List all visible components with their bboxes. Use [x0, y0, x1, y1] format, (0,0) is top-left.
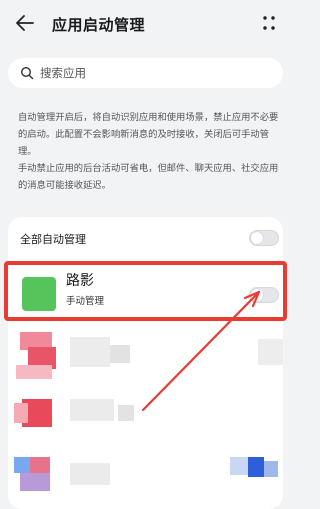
page-title: 应用启动管理: [52, 16, 146, 34]
blurred-app-text: [118, 405, 134, 421]
blurred-app-icon: [264, 461, 278, 477]
blurred-app-icon: [230, 457, 248, 475]
more-dots-icon[interactable]: [259, 12, 279, 34]
blurred-app-icon: [14, 403, 28, 423]
blurred-app-text: [70, 463, 110, 485]
back-arrow-icon[interactable]: [14, 12, 36, 34]
toggle-knob: [251, 232, 263, 244]
all-auto-manage-label: 全部自动管理: [20, 233, 86, 246]
search-icon: [20, 66, 34, 80]
blurred-app-icon: [20, 473, 50, 491]
blurred-app-text: [70, 399, 114, 421]
blurred-app-icon: [16, 365, 52, 379]
blurred-app-text: [110, 345, 130, 363]
app-header: 应用启动管理: [0, 0, 291, 50]
blurred-app-text: [70, 337, 110, 367]
description-manual-manage: 手动禁止应用的后台活动可省电，但邮件、聊天应用、社交应用的消息可能接收延迟。: [18, 163, 279, 191]
search-input[interactable]: [40, 58, 270, 88]
blurred-toggle: [258, 339, 283, 365]
all-auto-manage-toggle[interactable]: [249, 230, 279, 246]
highlight-frame: [4, 261, 287, 321]
description-auto-manage: 自动管理开启后，将自动识别应用和使用场景，禁止应用不必要的启动。此配置不会影响新…: [18, 112, 279, 157]
blurred-app-icon: [14, 457, 30, 473]
blurred-app-icon: [30, 457, 50, 473]
search-bar[interactable]: [8, 58, 283, 88]
blurred-app-icon: [248, 457, 264, 477]
